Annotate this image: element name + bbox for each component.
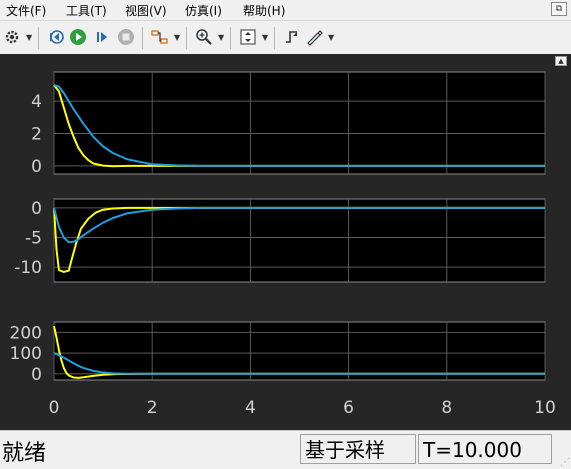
- y-tick-label: 0: [31, 365, 42, 385]
- y-tick-label: 2: [31, 125, 42, 145]
- status-state: 就绪: [2, 441, 47, 466]
- triggers-icon[interactable]: [282, 27, 302, 47]
- x-tick-label: 0: [49, 398, 60, 418]
- y-tick-label: -5: [25, 229, 42, 249]
- menu-view[interactable]: 视图(V): [125, 2, 167, 19]
- toolbar-separator: [142, 27, 143, 49]
- menu-tools[interactable]: 工具(T): [66, 2, 107, 19]
- plot-area-2: [53, 198, 546, 283]
- menu-file[interactable]: 文件(F): [6, 2, 46, 19]
- menu-help[interactable]: 帮助(H): [243, 2, 285, 19]
- toolbar-separator: [38, 27, 39, 49]
- y-tick-label: 100: [10, 344, 42, 364]
- signal-dropdown-icon[interactable]: ▼: [174, 33, 180, 42]
- toolbar: ▼ ▼ ▼ ▼ ▼: [0, 20, 571, 56]
- scope-plots: 4200-5-1020010000 2 4 6 8 10: [10, 71, 556, 418]
- step-back-icon[interactable]: [46, 27, 66, 47]
- y-tick-label: 0: [31, 157, 42, 177]
- x-tick-label: 6: [343, 398, 354, 418]
- x-tick-label: 10: [534, 398, 556, 418]
- y-tick-label: 0: [31, 199, 42, 219]
- restore-window-icon[interactable]: ⧉: [551, 2, 567, 16]
- gear-icon[interactable]: [2, 27, 22, 47]
- menu-bar: 文件(F) 工具(T) 视图(V) 仿真(I) 帮助(H) ⧉: [0, 0, 571, 20]
- autoscale-icon[interactable]: [238, 27, 258, 47]
- autoscale-dropdown-icon[interactable]: ▼: [262, 33, 268, 42]
- toolbar-separator: [230, 27, 231, 49]
- x-tick-label: 8: [441, 398, 452, 418]
- menu-simulation[interactable]: 仿真(I): [185, 2, 222, 19]
- status-mode: 基于采样: [300, 434, 416, 464]
- toolbar-separator: [186, 27, 187, 49]
- toolbar-separator: [274, 27, 275, 49]
- scope-display: 4 2 0 0 -5 -10 200 100 0 0 2 4 6 8 10: [0, 54, 571, 430]
- plot-area-3: [53, 321, 546, 381]
- resize-grip-icon[interactable]: ⋰: [560, 457, 570, 468]
- signal-highlight-icon[interactable]: [150, 27, 170, 47]
- status-bar: 就绪 基于采样 T=10.000 ⋰: [0, 430, 571, 469]
- zoom-dropdown-icon[interactable]: ▼: [218, 33, 224, 42]
- stop-icon[interactable]: [116, 27, 136, 47]
- run-icon[interactable]: [68, 27, 88, 47]
- x-tick-label: 4: [245, 398, 256, 418]
- measure-dropdown-icon[interactable]: ▼: [328, 33, 334, 42]
- cursor-measure-icon[interactable]: [304, 27, 324, 47]
- undock-icon[interactable]: ▲: [555, 56, 567, 66]
- zoom-icon[interactable]: [194, 27, 214, 47]
- gear-dropdown-icon[interactable]: ▼: [26, 33, 32, 42]
- x-tick-label: 2: [147, 398, 158, 418]
- step-forward-icon[interactable]: [92, 27, 112, 47]
- status-time: T=10.000: [418, 434, 552, 464]
- y-tick-label: -10: [14, 258, 42, 278]
- y-tick-label: 200: [10, 323, 42, 343]
- y-tick-label: 4: [31, 92, 42, 112]
